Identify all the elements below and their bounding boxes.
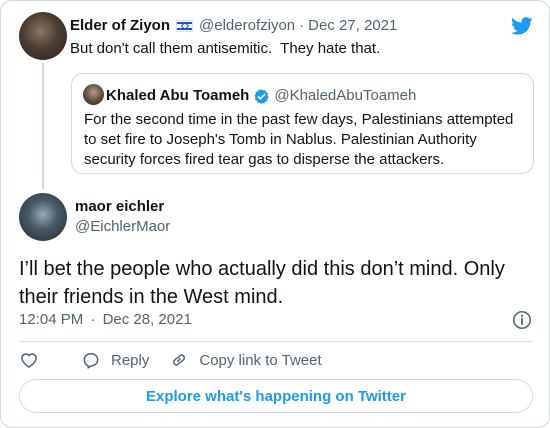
thread-connector-line bbox=[42, 63, 44, 189]
quoted-display-name: Khaled Abu Toameh bbox=[106, 87, 250, 104]
verified-badge-icon bbox=[254, 88, 269, 104]
main-display-name[interactable]: maor eichler bbox=[75, 197, 164, 217]
avatar-maor-eichler[interactable] bbox=[19, 193, 67, 241]
quoted-tweet-text: For the second time in the past few days… bbox=[84, 111, 514, 168]
parent-date[interactable]: Dec 27, 2021 bbox=[308, 16, 397, 36]
twitter-bird-icon[interactable] bbox=[510, 15, 534, 37]
parent-handle[interactable]: @elderofziyon bbox=[199, 16, 295, 36]
avatar-khaled-abu-toameh bbox=[83, 84, 104, 105]
avatar-elder-of-ziyon[interactable] bbox=[19, 12, 67, 60]
divider bbox=[19, 341, 533, 342]
explore-twitter-button[interactable]: Explore what's happening on Twitter bbox=[19, 379, 533, 413]
tweet-time: 12:04 PM bbox=[19, 311, 84, 328]
quoted-handle: @KhaledAbuToameh bbox=[274, 87, 417, 104]
heart-icon bbox=[21, 353, 37, 368]
info-icon[interactable] bbox=[511, 309, 533, 331]
parent-tweet-text: But don't call them antisemitic. They ha… bbox=[70, 40, 381, 57]
reply-button[interactable]: Reply bbox=[81, 350, 149, 370]
copy-link-label: Copy link to Tweet bbox=[199, 351, 322, 369]
quoted-tweet-header: Khaled Abu Toameh @KhaledAbuToameh bbox=[106, 86, 416, 106]
main-tweet-text: I’ll bet the people who actually did thi… bbox=[19, 258, 505, 308]
timestamp-separator: · bbox=[90, 311, 96, 328]
reply-bubble-icon bbox=[83, 353, 99, 369]
tweet-actions: Reply Copy link to Tweet bbox=[19, 348, 322, 372]
like-button[interactable] bbox=[19, 350, 39, 370]
header-separator: · bbox=[299, 17, 305, 34]
quoted-tweet[interactable]: Khaled Abu Toameh @KhaledAbuToameh For t… bbox=[71, 73, 534, 174]
parent-display-name[interactable]: Elder of Ziyon bbox=[70, 16, 170, 36]
reply-label: Reply bbox=[111, 351, 150, 369]
link-icon bbox=[173, 354, 186, 366]
tweet-timestamp[interactable]: 12:04 PM · Dec 28, 2021 bbox=[19, 310, 192, 330]
embedded-tweet-card: Elder of Ziyon @elderofziyon · Dec 27, 2… bbox=[0, 0, 550, 428]
israel-flag-icon bbox=[176, 20, 194, 32]
tweet-date: Dec 28, 2021 bbox=[102, 311, 192, 328]
parent-tweet-header: Elder of Ziyon @elderofziyon · Dec 27, 2… bbox=[70, 16, 397, 36]
main-handle[interactable]: @EichlerMaor bbox=[75, 217, 170, 237]
copy-link-button[interactable]: Copy link to Tweet bbox=[169, 350, 322, 370]
